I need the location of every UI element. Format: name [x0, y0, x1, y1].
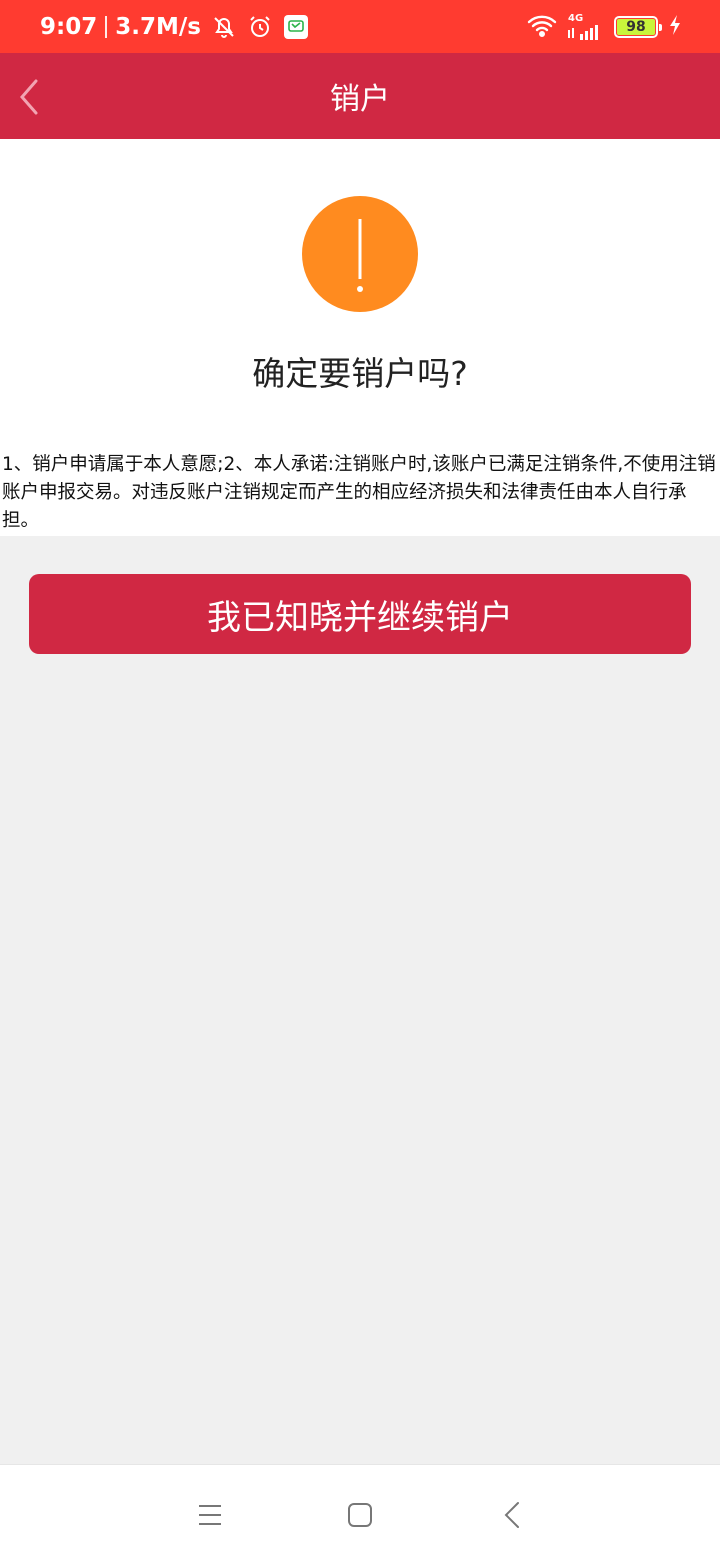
battery-icon: 98 — [614, 15, 662, 38]
back-icon — [504, 1502, 519, 1528]
terms-text: 1、销户申请属于本人意愿;2、本人承诺:注销账户时,该账户已满足注销条件,不使用… — [2, 454, 716, 531]
app-header: 销户 — [0, 53, 720, 139]
back-button[interactable] — [14, 77, 44, 117]
chevron-left-icon — [20, 79, 38, 115]
menu-icon — [199, 1505, 221, 1525]
page-title: 销户 — [330, 82, 390, 117]
menu-button[interactable] — [190, 1495, 230, 1535]
exclamation-icon — [302, 196, 418, 312]
bell-off-icon — [211, 14, 237, 40]
home-button[interactable] — [340, 1495, 380, 1535]
status-separator — [105, 15, 108, 38]
status-bar: 9:07 3.7M/s 4G 98 — [0, 0, 720, 53]
charging-icon — [668, 14, 682, 40]
confirm-title: 确定要销户吗? — [252, 354, 468, 393]
confirm-panel: 确定要销户吗? 1、销户申请属于本人意愿;2、本人承诺:注销账户时,该账户已满足… — [0, 139, 720, 536]
app-notification-icon — [283, 14, 309, 40]
status-time: 9:07 — [40, 13, 98, 40]
status-left: 9:07 3.7M/s — [40, 14, 309, 40]
battery-level: 98 — [617, 18, 655, 35]
home-icon — [348, 1503, 372, 1527]
signal-icon: 4G — [568, 12, 604, 40]
confirm-close-account-button[interactable]: 我已知晓并继续销户 — [29, 574, 691, 654]
network-speed: 3.7M/s — [115, 13, 201, 40]
nav-back-button[interactable] — [492, 1495, 532, 1535]
status-right: 4G 98 — [526, 12, 682, 42]
alarm-icon — [247, 14, 273, 40]
system-nav-bar — [0, 1464, 720, 1560]
wifi-icon — [526, 12, 558, 42]
network-type: 4G — [568, 12, 584, 24]
